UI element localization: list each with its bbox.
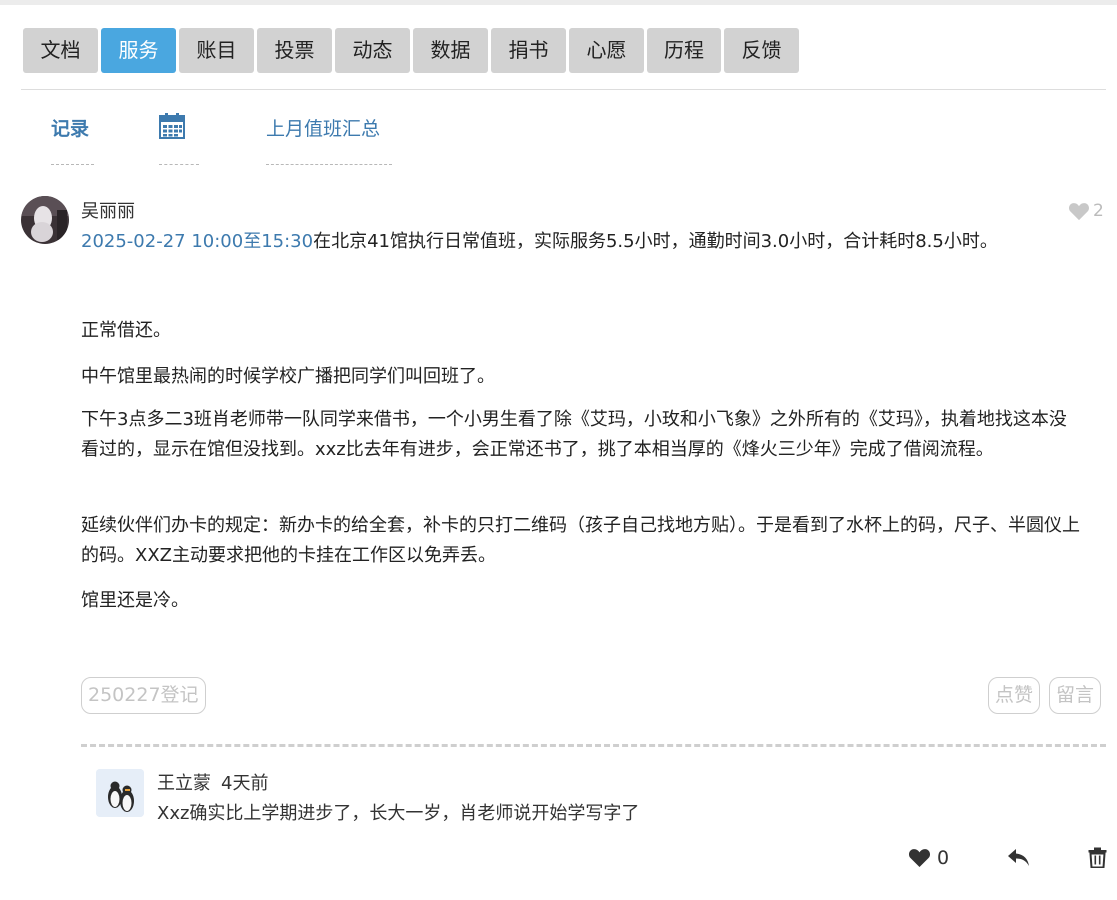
trash-icon: [1088, 847, 1107, 868]
reply-button[interactable]: [1007, 847, 1031, 869]
comment-author[interactable]: 王立蒙: [157, 773, 211, 794]
post-paragraph: 中午馆里最热闹的时候学校广播把同学们叫回班了。: [81, 366, 495, 387]
main-nav: 文档 服务 账目 投票 动态 数据 捐书 心愿 历程 反馈: [23, 28, 802, 73]
post-like-indicator[interactable]: 2: [1068, 201, 1104, 221]
subtab-records[interactable]: 记录: [51, 115, 89, 143]
post-time-range[interactable]: 2025-02-27 10:00至15:30: [81, 231, 313, 252]
post-like-count: 2: [1093, 201, 1104, 221]
comment-header: 王立蒙 4天前: [157, 772, 268, 796]
nav-divider: [21, 89, 1106, 90]
tab-donate-books[interactable]: 捐书: [491, 28, 566, 73]
tab-wishes[interactable]: 心愿: [569, 28, 644, 73]
like-button[interactable]: 点赞: [988, 677, 1041, 714]
subtab-records-underline: [51, 164, 94, 165]
tab-activity[interactable]: 动态: [335, 28, 410, 73]
tab-feedback[interactable]: 反馈: [724, 28, 799, 73]
comment-text: Xxz确实比上学期进步了，长大一岁，肖老师说开始学写字了: [157, 803, 640, 824]
comment-divider: [81, 744, 1106, 747]
reply-icon: [1008, 849, 1029, 866]
post-author[interactable]: 吴丽丽: [81, 200, 135, 224]
heart-icon: [1069, 202, 1089, 220]
post-summary: 2025-02-27 10:00至15:30在北京41馆执行日常值班，实际服务5…: [81, 227, 1083, 257]
post-summary-text: 在北京41馆执行日常值班，实际服务5.5小时，通勤时间3.0小时，合计耗时8.5…: [313, 231, 998, 252]
tab-history[interactable]: 历程: [647, 28, 721, 73]
comment-like-count: 0: [937, 847, 950, 869]
post-paragraph: 正常借还。: [81, 320, 171, 341]
top-strip: [0, 0, 1117, 5]
comment-like-button[interactable]: 0: [908, 847, 949, 869]
calendar-icon[interactable]: [159, 112, 185, 148]
tab-vote[interactable]: 投票: [257, 28, 332, 73]
subtab-calendar-underline: [159, 164, 199, 165]
post-tag[interactable]: 250227登记: [81, 677, 206, 714]
comment-button[interactable]: 留言: [1049, 677, 1102, 714]
comment-time: 4天前: [221, 773, 269, 794]
tab-accounts[interactable]: 账目: [179, 28, 254, 73]
commenter-avatar[interactable]: [96, 769, 144, 817]
tab-service[interactable]: 服务: [101, 28, 176, 73]
subtab-last-month-summary[interactable]: 上月值班汇总: [266, 115, 380, 143]
tab-docs[interactable]: 文档: [23, 28, 98, 73]
author-avatar[interactable]: [21, 196, 69, 244]
heart-icon: [908, 849, 931, 868]
post-paragraph: 延续伙伴们办卡的规定：新办卡的给全套，补卡的只打二维码（孩子自己找地方贴）。于是…: [81, 515, 1080, 566]
delete-button[interactable]: [1088, 847, 1107, 868]
post-paragraph: 馆里还是冷。: [81, 590, 189, 611]
subtab-summary-underline: [266, 164, 392, 165]
post-paragraph: 下午3点多二3班肖老师带一队同学来借书，一个小男生看了除《艾玛，小玫和小飞象》之…: [81, 409, 1067, 460]
tab-data[interactable]: 数据: [413, 28, 488, 73]
